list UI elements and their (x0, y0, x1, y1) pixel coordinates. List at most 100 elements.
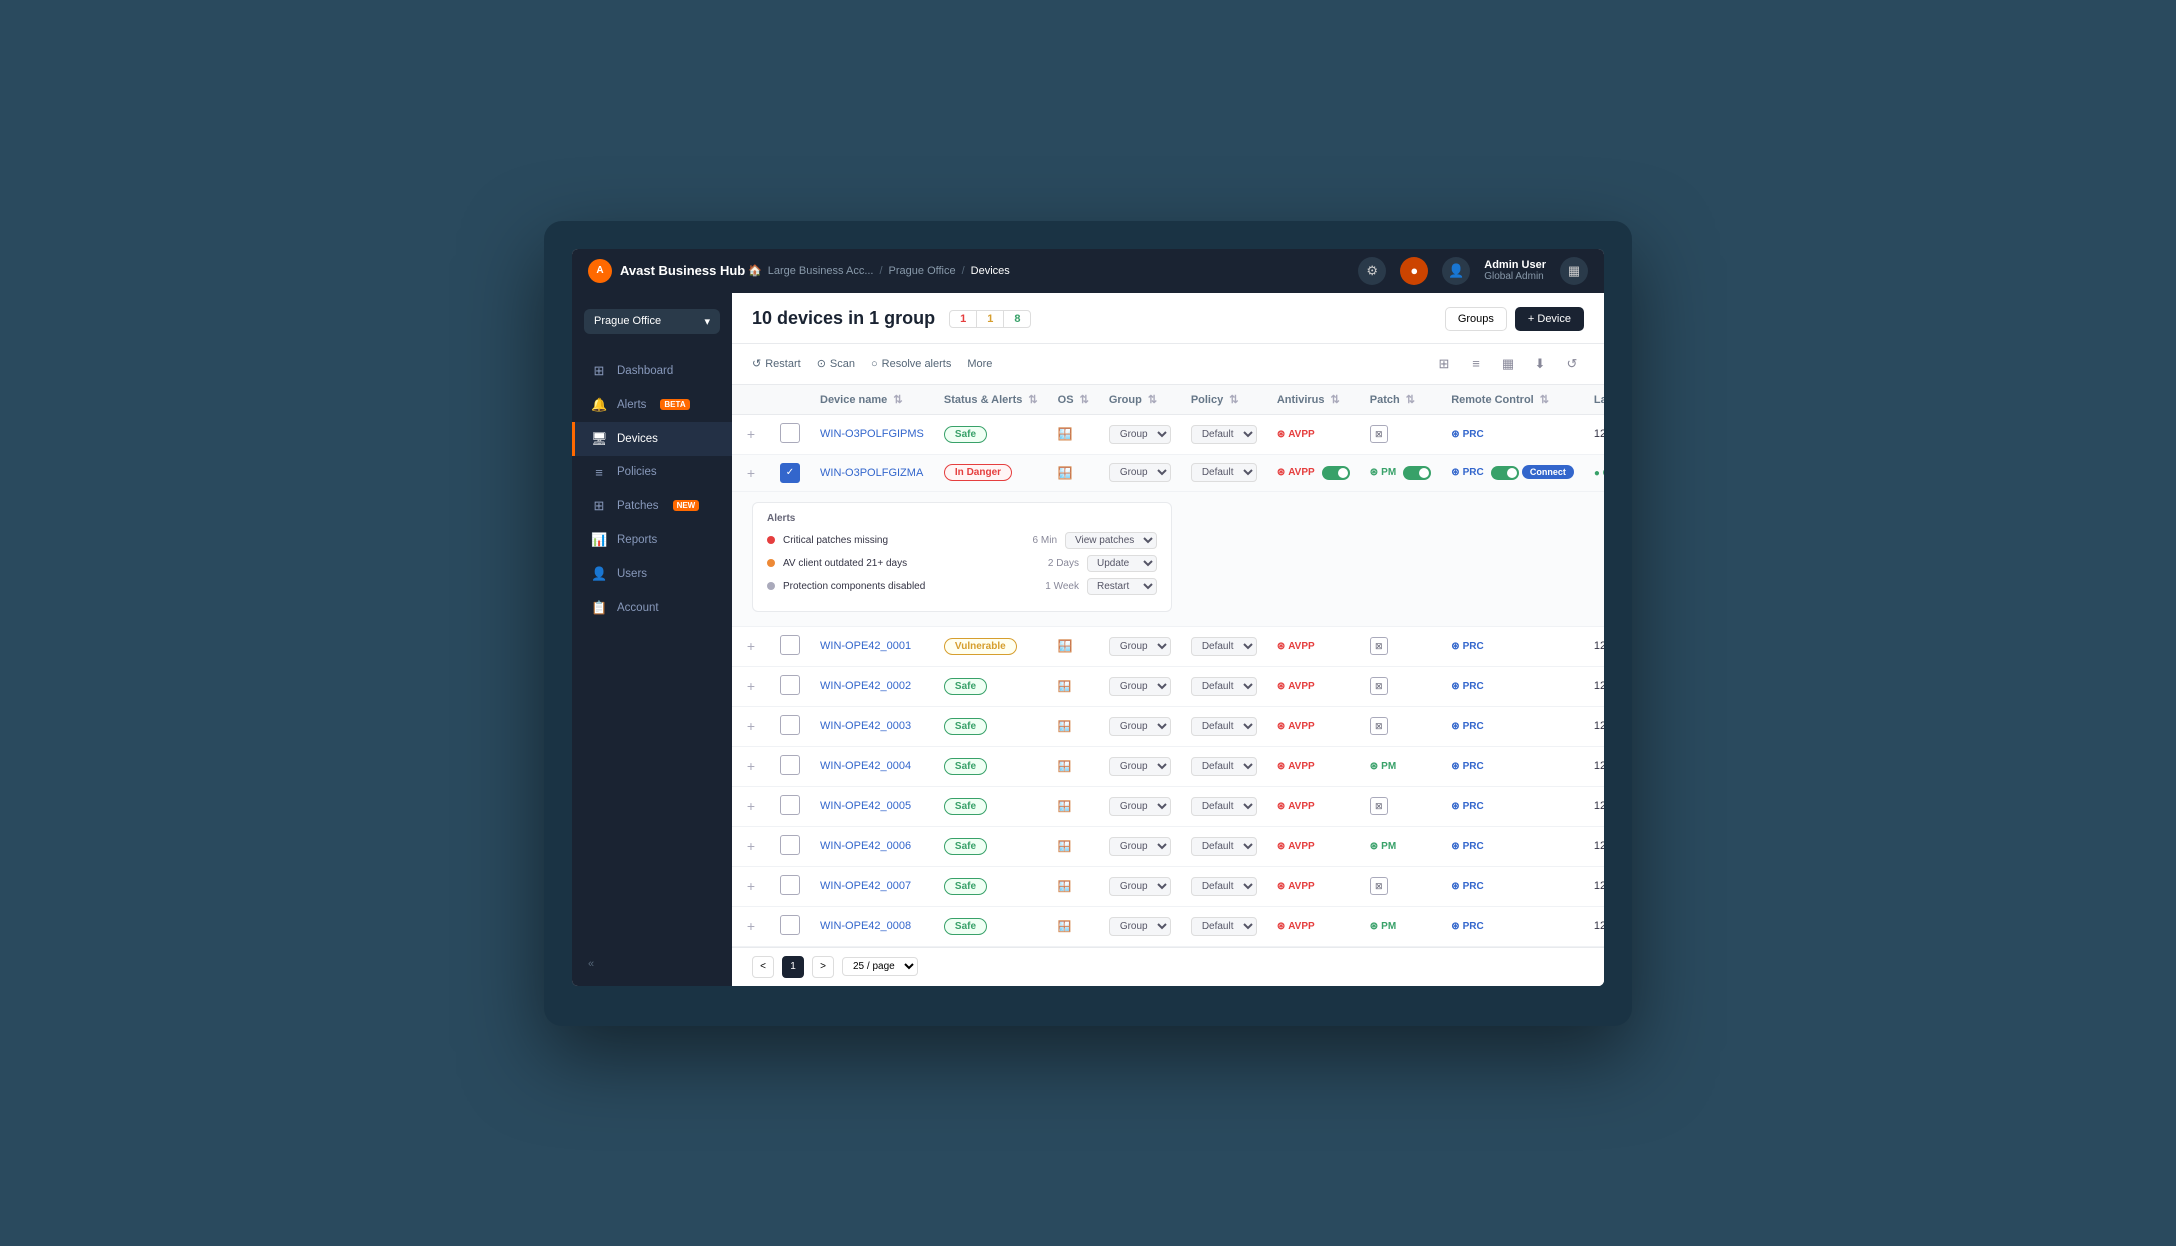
row-expand-button[interactable]: + (742, 677, 760, 695)
device-link[interactable]: WIN-OPE42_0008 (820, 920, 911, 932)
restart-action[interactable]: ↺ Restart (752, 357, 801, 370)
expand-cell[interactable]: + (732, 626, 770, 666)
policy-select[interactable]: Default (1191, 717, 1257, 736)
policy-select[interactable]: Default (1191, 425, 1257, 444)
device-link[interactable]: WIN-O3POLFGIZMA (820, 467, 923, 479)
row-checkbox[interactable] (780, 635, 800, 655)
settings-icon[interactable]: ⚙ (1358, 257, 1386, 285)
row-checkbox[interactable] (780, 835, 800, 855)
group-select[interactable]: Group (1109, 677, 1171, 696)
notifications-icon[interactable]: ● (1400, 257, 1428, 285)
scan-action[interactable]: ⊙ Scan (817, 357, 855, 370)
row-checkbox[interactable] (780, 675, 800, 695)
alert-action-select[interactable]: View patchesUpdate (1065, 532, 1157, 549)
group-select[interactable]: Group (1109, 877, 1171, 896)
sidebar-item-reports[interactable]: 📊 Reports (572, 523, 732, 557)
row-expand-button[interactable]: + (742, 797, 760, 815)
device-link[interactable]: WIN-OPE42_0004 (820, 760, 911, 772)
col-last-seen[interactable]: Last seen ⇅ (1584, 385, 1604, 415)
col-antivirus[interactable]: Antivirus ⇅ (1267, 385, 1360, 415)
expand-cell[interactable]: + (732, 454, 770, 491)
sidebar-item-patches[interactable]: ⊞ Patches NEW (572, 489, 732, 523)
column-view-icon[interactable]: ≡ (1464, 352, 1488, 376)
device-link[interactable]: WIN-OPE42_0003 (820, 720, 911, 732)
row-expand-button[interactable]: + (742, 425, 760, 443)
group-select[interactable]: Group (1109, 917, 1171, 936)
checkbox-cell[interactable] (770, 626, 810, 666)
group-select[interactable]: Group (1109, 717, 1171, 736)
collapse-button[interactable]: « (572, 942, 732, 986)
col-status[interactable]: Status & Alerts ⇅ (934, 385, 1048, 415)
connect-button[interactable]: Connect (1522, 465, 1574, 479)
policy-cell[interactable]: Default (1181, 626, 1267, 666)
remote-toggle[interactable] (1491, 466, 1519, 480)
prev-page-button[interactable]: < (752, 956, 774, 978)
sidebar-item-dashboard[interactable]: ⊞ Dashboard (572, 354, 732, 388)
device-link[interactable]: WIN-OPE42_0005 (820, 800, 911, 812)
group-select[interactable]: Group (1109, 837, 1171, 856)
group-select[interactable]: Group (1109, 463, 1171, 482)
groups-button[interactable]: Groups (1445, 307, 1507, 331)
row-checkbox[interactable]: ✓ (780, 463, 800, 483)
policy-select[interactable]: Default (1191, 463, 1257, 482)
policy-select[interactable]: Default (1191, 837, 1257, 856)
alert-action-select[interactable]: Update (1087, 555, 1157, 572)
group-cell[interactable]: Group (1099, 414, 1181, 454)
more-action[interactable]: More (967, 358, 992, 370)
policy-select[interactable]: Default (1191, 677, 1257, 696)
refresh-icon[interactable]: ↺ (1560, 352, 1584, 376)
col-os[interactable]: OS ⇅ (1048, 385, 1099, 415)
policy-select[interactable]: Default (1191, 877, 1257, 896)
row-expand-button[interactable]: + (742, 917, 760, 935)
user-icon[interactable]: 👤 (1442, 257, 1470, 285)
col-patch[interactable]: Patch ⇅ (1360, 385, 1441, 415)
sidebar-item-policies[interactable]: ≡ Policies (572, 456, 732, 489)
col-group[interactable]: Group ⇅ (1099, 385, 1181, 415)
sidebar-item-account[interactable]: 📋 Account (572, 591, 732, 625)
sidebar-item-alerts[interactable]: 🔔 Alerts BETA (572, 388, 732, 422)
resolve-alerts-action[interactable]: ○ Resolve alerts (871, 358, 951, 370)
group-cell[interactable]: Group (1099, 626, 1181, 666)
row-checkbox[interactable] (780, 755, 800, 775)
per-page-select[interactable]: 25 / page 50 / page (842, 957, 918, 976)
table-view-icon[interactable]: ▦ (1496, 352, 1520, 376)
sidebar-item-users[interactable]: 👤 Users (572, 557, 732, 591)
checkbox-cell[interactable]: ✓ (770, 454, 810, 491)
expand-cell[interactable]: + (732, 414, 770, 454)
policy-cell[interactable]: Default (1181, 414, 1267, 454)
download-icon[interactable]: ⬇ (1528, 352, 1552, 376)
device-link[interactable]: WIN-OPE42_0001 (820, 640, 911, 652)
policy-select[interactable]: Default (1191, 797, 1257, 816)
breadcrumb-item-1[interactable]: Large Business Acc... (768, 265, 874, 277)
row-expand-button[interactable]: + (742, 464, 760, 482)
device-link[interactable]: WIN-OPE42_0002 (820, 680, 911, 692)
patch-toggle[interactable] (1403, 466, 1431, 480)
group-select[interactable]: Group (1109, 637, 1171, 656)
policy-select[interactable]: Default (1191, 637, 1257, 656)
group-select[interactable]: Group (1109, 797, 1171, 816)
checkbox-cell[interactable] (770, 414, 810, 454)
row-expand-button[interactable]: + (742, 877, 760, 895)
apps-icon[interactable]: ▦ (1560, 257, 1588, 285)
current-page-button[interactable]: 1 (782, 956, 804, 978)
add-device-button[interactable]: + Device (1515, 307, 1584, 331)
row-checkbox[interactable] (780, 875, 800, 895)
sidebar-item-devices[interactable]: 🖥 Devices (572, 422, 732, 456)
antivirus-toggle[interactable] (1322, 466, 1350, 480)
policy-cell[interactable]: Default (1181, 454, 1267, 491)
policy-select[interactable]: Default (1191, 917, 1257, 936)
row-checkbox[interactable] (780, 715, 800, 735)
row-checkbox[interactable] (780, 795, 800, 815)
col-remote[interactable]: Remote Control ⇅ (1441, 385, 1584, 415)
breadcrumb-item-2[interactable]: Prague Office (889, 265, 956, 277)
policy-select[interactable]: Default (1191, 757, 1257, 776)
grid-view-icon[interactable]: ⊞ (1432, 352, 1456, 376)
device-link[interactable]: WIN-O3POLFGIPMS (820, 428, 924, 440)
device-link[interactable]: WIN-OPE42_0007 (820, 880, 911, 892)
col-policy[interactable]: Policy ⇅ (1181, 385, 1267, 415)
group-select[interactable]: Group (1109, 425, 1171, 444)
group-select[interactable]: Group (1109, 757, 1171, 776)
next-page-button[interactable]: > (812, 956, 834, 978)
row-checkbox[interactable] (780, 915, 800, 935)
office-selector[interactable]: Prague Office ▾ (584, 309, 720, 334)
